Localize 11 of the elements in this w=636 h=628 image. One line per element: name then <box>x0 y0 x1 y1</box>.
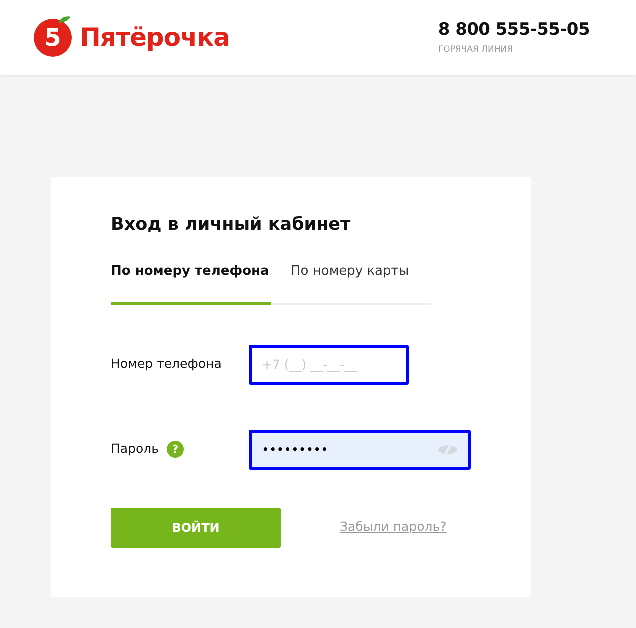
hotline-phone: 8 800 555-55-05 <box>438 19 590 42</box>
phone-label: Номер телефона <box>111 355 223 374</box>
logo-mark: 5 <box>34 18 72 56</box>
login-tab[interactable]: По номеру телефона <box>111 262 271 304</box>
password-label: Пароль <box>111 440 159 458</box>
password-field[interactable]: ••••••••• <box>249 430 471 470</box>
brand-name: Пятёрочка <box>80 22 230 54</box>
hotline-caption: ГОРЯЧАЯ ЛИНИЯ <box>438 44 514 57</box>
login-title: Вход в личный кабинет <box>111 215 352 236</box>
leaf-icon <box>58 16 72 24</box>
login-tab[interactable]: По номеру карты <box>291 262 410 304</box>
